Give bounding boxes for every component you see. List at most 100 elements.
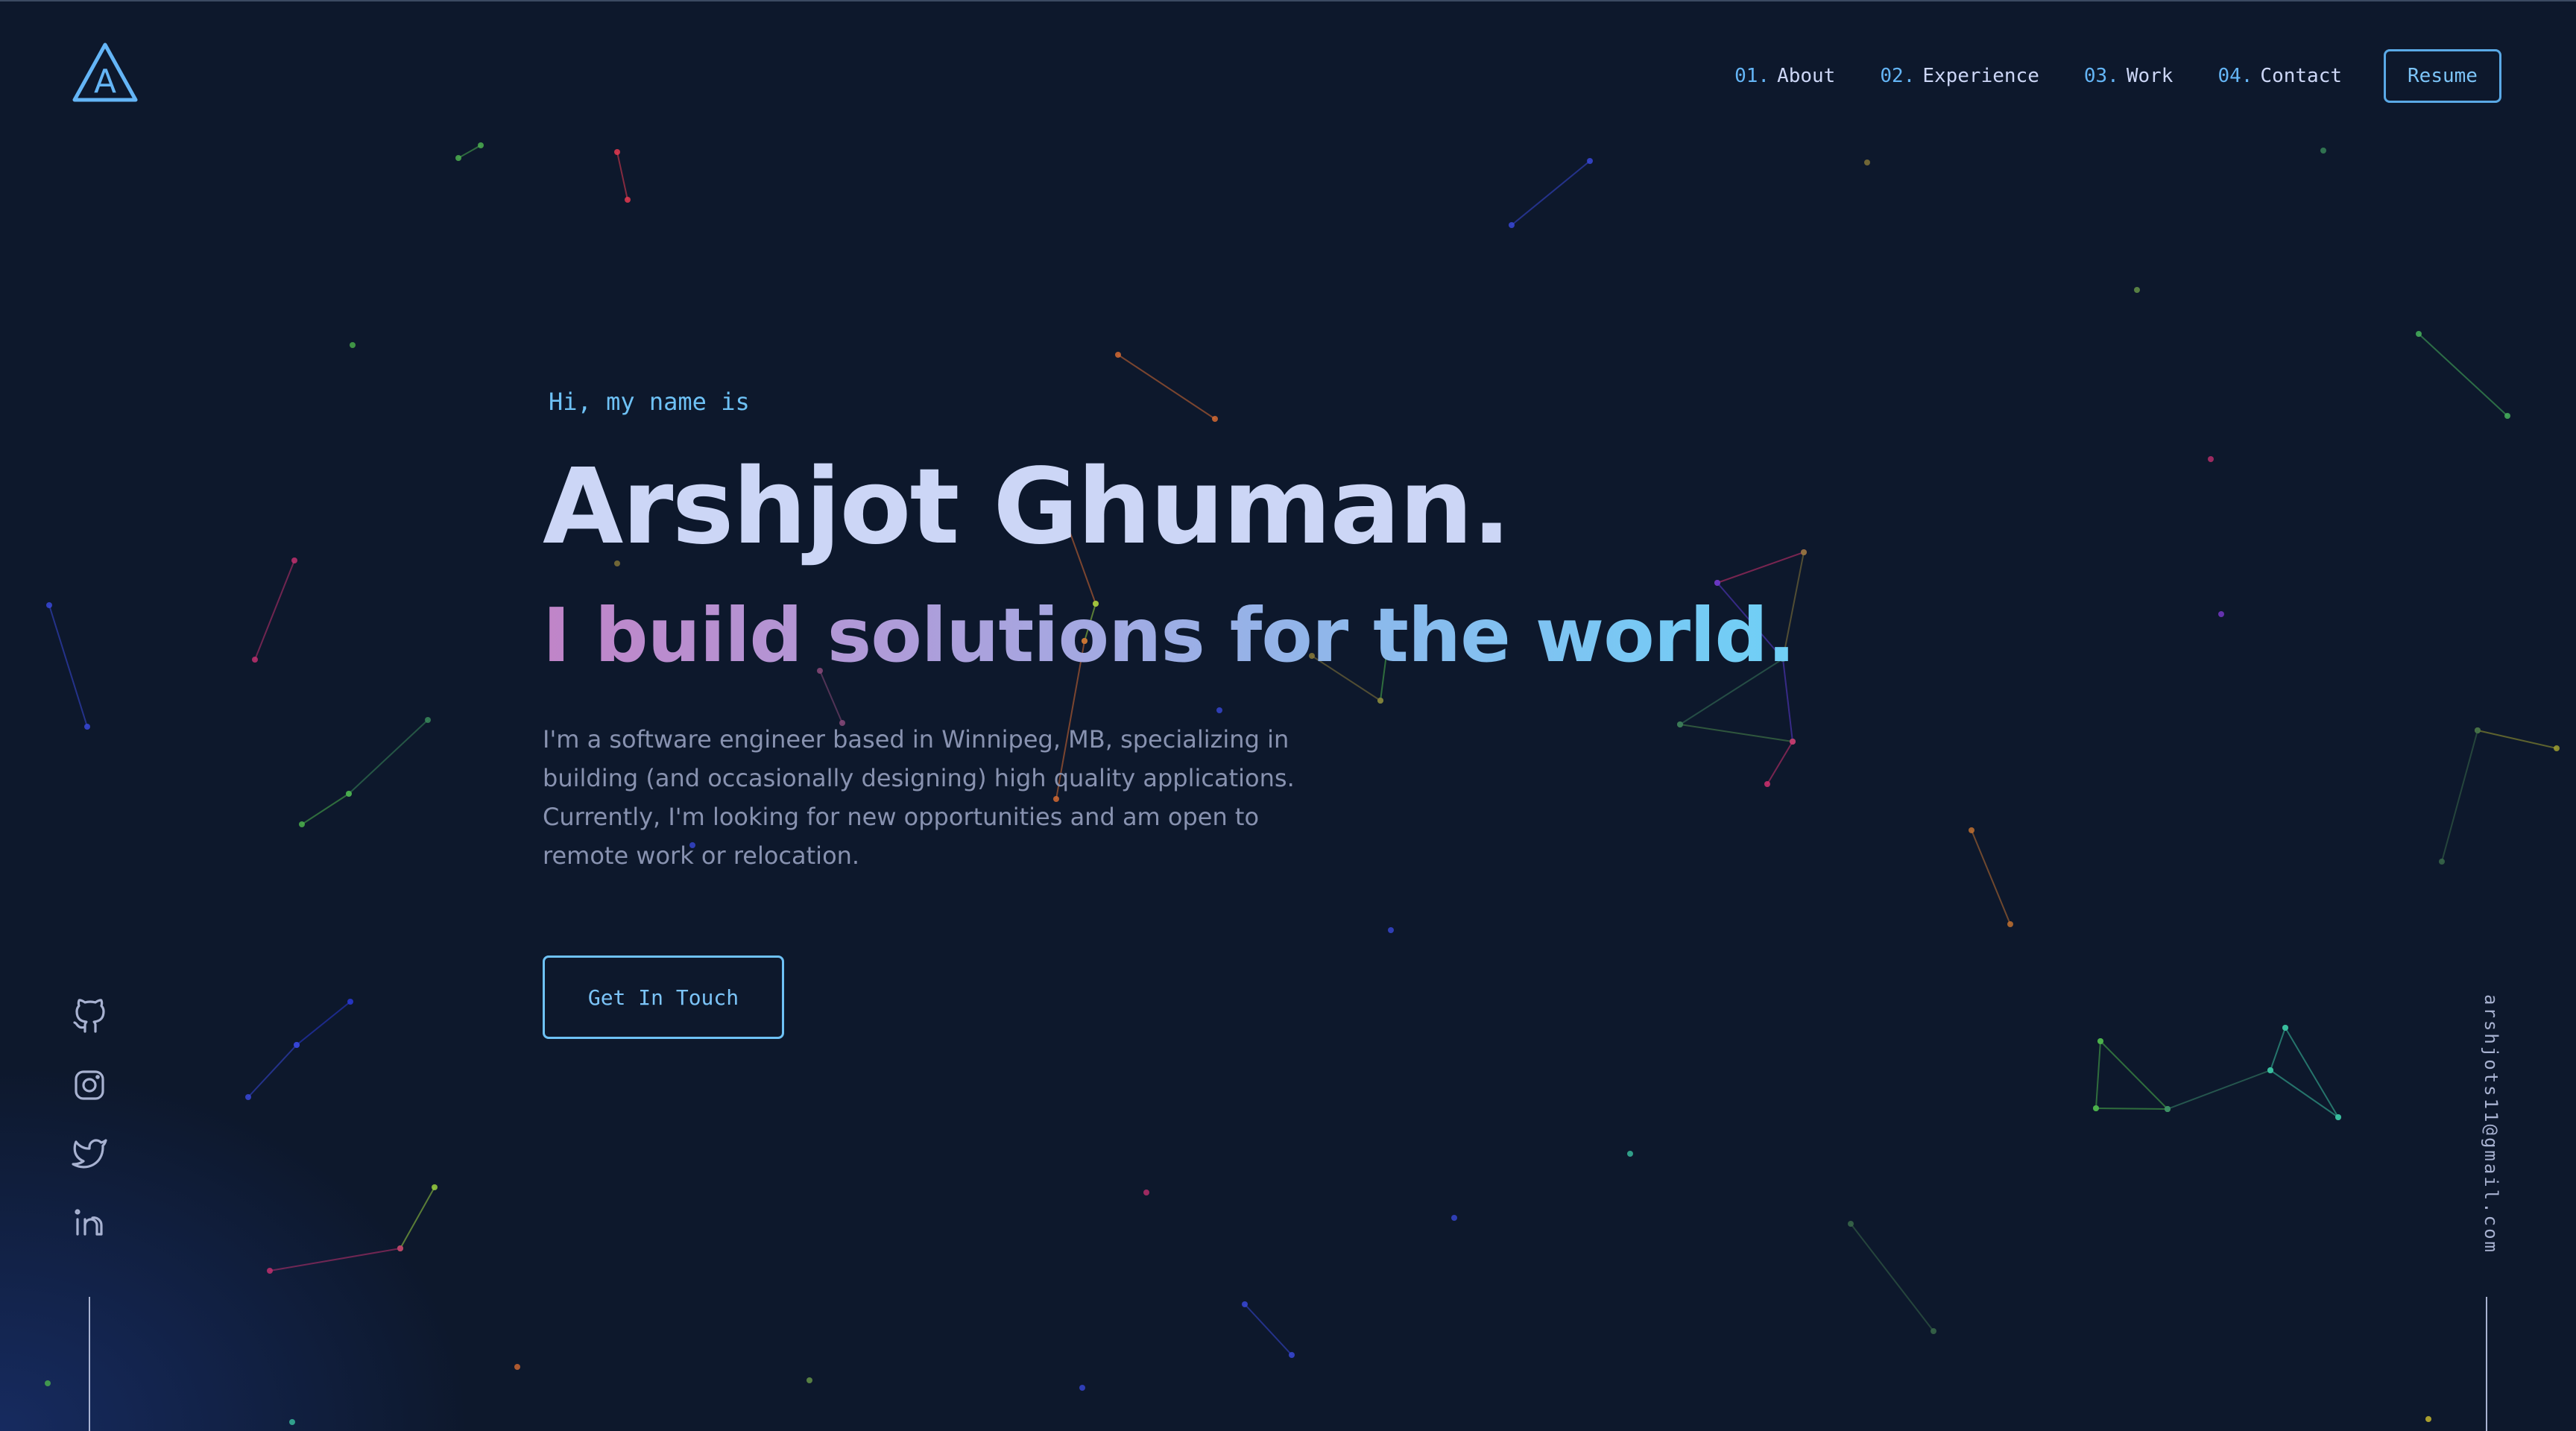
nav-item-work[interactable]: 03. Work — [2084, 65, 2174, 87]
particle-link — [1971, 830, 2011, 925]
instagram-link[interactable] — [72, 1067, 107, 1103]
particle-dot — [2134, 287, 2140, 293]
github-icon — [73, 999, 105, 1033]
particle-dot — [350, 342, 356, 348]
particle-dot — [455, 155, 461, 161]
particle-link — [2441, 730, 2478, 862]
particle-link — [2095, 1040, 2101, 1109]
particle-link — [1850, 1223, 1934, 1332]
hero-bio: I'm a software engineer based in Winnipe… — [543, 725, 1295, 870]
particle-dot — [1790, 739, 1796, 745]
particle-dot — [1677, 721, 1683, 727]
particle-dot — [1864, 159, 1870, 165]
particle-dot — [2218, 611, 2224, 617]
linkedin-link[interactable] — [72, 1204, 107, 1240]
particle-link — [48, 604, 88, 727]
particle-network-background — [45, 142, 2560, 1425]
nav-item-contact[interactable]: 04. Contact — [2217, 65, 2342, 87]
particle-link — [296, 1001, 351, 1046]
particle-dot — [1451, 1215, 1457, 1221]
nav-number: 04. — [2217, 65, 2253, 87]
particle-dot — [291, 557, 297, 563]
particle-dot — [245, 1094, 251, 1100]
particle-link — [301, 793, 350, 825]
particle-dot — [1289, 1352, 1295, 1358]
particle-dot — [2504, 413, 2510, 419]
social-links — [72, 999, 107, 1273]
particle-dot — [2267, 1067, 2273, 1073]
particle-link — [1717, 552, 1805, 584]
particle-dot — [2097, 1038, 2103, 1044]
particle-link — [1679, 724, 1793, 742]
left-vertical-line — [89, 1297, 90, 1431]
particle-dot — [1969, 827, 1974, 833]
particle-dot — [2335, 1114, 2341, 1120]
hero-greeting: Hi, my name is — [549, 388, 750, 416]
logo-icon: A — [72, 42, 138, 102]
particle-dot — [1377, 698, 1383, 704]
particle-dot — [806, 1377, 812, 1383]
particle-dot — [45, 1380, 51, 1386]
particle-dot — [2007, 921, 2013, 927]
particle-dot — [1801, 549, 1807, 555]
particle-dot — [1587, 158, 1593, 164]
hero-name: Arshjot Ghuman. — [543, 446, 1512, 568]
particle-link — [254, 560, 295, 660]
particle-dot — [1509, 222, 1515, 228]
particle-dot — [2282, 1025, 2288, 1031]
particle-dot — [1848, 1221, 1854, 1227]
twitter-link[interactable] — [72, 1136, 107, 1172]
particle-dot — [84, 724, 90, 730]
particle-link — [1244, 1304, 1292, 1356]
right-vertical-line — [2486, 1297, 2487, 1431]
nav-label: Work — [2126, 65, 2174, 87]
particle-dot — [267, 1268, 273, 1274]
particle-link — [400, 1187, 435, 1249]
particle-link — [2270, 1027, 2286, 1071]
particle-link — [1117, 354, 1216, 420]
nav-number: 02. — [1880, 65, 1916, 87]
particle-dot — [299, 821, 305, 827]
resume-button[interactable]: Resume — [2384, 49, 2501, 103]
instagram-icon — [75, 1070, 104, 1100]
particle-dot — [2093, 1105, 2099, 1111]
particle-link — [1511, 160, 1591, 226]
particle-link — [2095, 1108, 2168, 1110]
particle-link — [2100, 1040, 2168, 1110]
particle-link — [616, 151, 628, 200]
particle-link — [269, 1248, 401, 1272]
particle-dot — [294, 1042, 300, 1048]
particle-dot — [46, 602, 52, 608]
particle-dot — [1714, 580, 1720, 586]
github-link[interactable] — [72, 999, 107, 1034]
nav-number: 03. — [2083, 65, 2119, 87]
particle-dot — [289, 1419, 295, 1425]
particle-dot — [478, 142, 484, 148]
particle-link — [2477, 730, 2557, 749]
particle-dot — [425, 717, 431, 723]
particle-link — [2285, 1027, 2339, 1118]
particle-dot — [1931, 1328, 1936, 1334]
logo[interactable]: A — [72, 42, 139, 104]
nav-label: Contact — [2260, 65, 2342, 87]
particle-dot — [2320, 148, 2326, 154]
email-link[interactable]: arshjots11@gmail.com — [2472, 994, 2501, 1254]
nav-item-experience[interactable]: 02. Experience — [1880, 65, 2039, 87]
particle-dot — [1212, 416, 1218, 422]
particle-dot — [2165, 1106, 2171, 1112]
nav-item-about[interactable]: 01. About — [1734, 65, 1835, 87]
particle-dot — [514, 1364, 520, 1370]
twitter-icon — [72, 1139, 107, 1169]
particle-dot — [346, 791, 352, 797]
particle-link — [1767, 741, 1793, 785]
particle-dot — [2439, 859, 2445, 865]
hero-tagline: I build solutions for the world. — [543, 592, 1796, 679]
logo-letter: A — [94, 63, 116, 101]
particle-dot — [614, 149, 620, 155]
nav-label: About — [1777, 65, 1836, 87]
particle-dot — [2554, 745, 2560, 751]
particle-dot — [1079, 1385, 1085, 1391]
get-in-touch-button[interactable]: Get In Touch — [543, 955, 784, 1039]
particle-dot — [625, 197, 631, 203]
particle-dot — [2416, 331, 2422, 337]
